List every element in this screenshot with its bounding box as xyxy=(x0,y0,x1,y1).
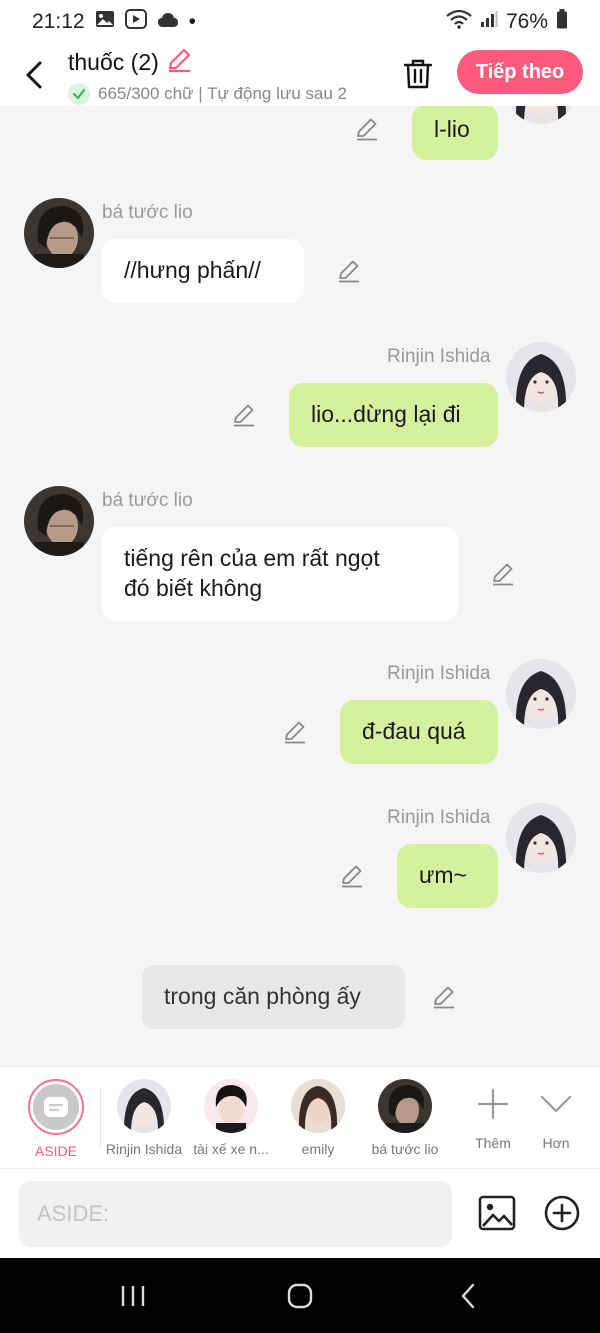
message-text-line: đó biết không xyxy=(124,575,263,601)
message-bubble[interactable]: //hưng phấn// xyxy=(102,239,304,303)
wifi-icon xyxy=(446,9,472,35)
recent-apps-button[interactable] xyxy=(113,1280,153,1312)
word-count-status: 665/300 chữ | Tự động lưu sau 2 xyxy=(98,83,348,103)
battery-level: 76% xyxy=(505,10,548,33)
character-emily[interactable]: emily xyxy=(273,1079,363,1157)
add-button[interactable] xyxy=(543,1194,581,1232)
avatar xyxy=(204,1079,258,1133)
character-bar: ASIDE Rinjin Ishida tài xế xe n... emily… xyxy=(0,1066,600,1168)
page-title: thuốc (2) xyxy=(68,49,159,75)
trash-icon xyxy=(403,59,433,89)
home-icon xyxy=(287,1283,313,1309)
avatar-rinjin[interactable] xyxy=(506,803,576,873)
avatar-lio[interactable] xyxy=(24,486,94,556)
chevron-down-icon xyxy=(526,1081,586,1127)
message-text: //hưng phấn// xyxy=(124,257,261,283)
message-input[interactable] xyxy=(19,1181,452,1247)
avatar xyxy=(378,1079,432,1133)
message-bubble[interactable]: đ-đau quá xyxy=(340,700,498,764)
status-dot: • xyxy=(188,10,196,33)
signal-icon xyxy=(480,10,498,34)
status-time: 21:12 xyxy=(32,10,85,33)
edit-message-icon[interactable] xyxy=(336,258,362,284)
character-aside[interactable]: ASIDE xyxy=(11,1079,101,1159)
plus-circle-icon xyxy=(544,1195,580,1231)
character-lio[interactable]: bá tước lio xyxy=(360,1079,450,1157)
message-text: l-lio xyxy=(434,116,470,142)
character-name: emily xyxy=(301,1141,335,1157)
image-icon xyxy=(478,1195,516,1231)
aside-label: ASIDE xyxy=(34,1143,77,1159)
sender-name: Rinjin Ishida xyxy=(387,346,491,367)
delete-button[interactable] xyxy=(400,56,436,92)
message-icon xyxy=(33,1084,79,1130)
avatar xyxy=(117,1079,171,1133)
next-button[interactable]: Tiếp theo xyxy=(457,50,583,94)
edit-message-icon[interactable] xyxy=(282,719,308,745)
character-driver[interactable]: tài xế xe n... xyxy=(186,1079,276,1157)
edit-message-icon[interactable] xyxy=(490,561,516,587)
system-nav-bar xyxy=(0,1258,600,1333)
avatar-lio[interactable] xyxy=(24,198,94,268)
cloud-icon xyxy=(157,10,179,34)
edit-message-icon[interactable] xyxy=(431,984,457,1010)
plus-icon xyxy=(463,1081,523,1127)
expand-button[interactable]: Hơn xyxy=(526,1081,586,1151)
system-back-button[interactable] xyxy=(448,1280,488,1312)
message-text-line: tiếng rên của em rất ngọt xyxy=(124,545,380,571)
character-rinjin[interactable]: Rinjin Ishida xyxy=(99,1079,189,1157)
avatar-rinjin[interactable] xyxy=(506,106,576,124)
gallery-icon xyxy=(95,10,115,34)
sender-name: Rinjin Ishida xyxy=(387,807,491,828)
header: thuốc (2) 665/300 chữ | Tự động lưu sau … xyxy=(0,44,600,106)
recents-icon xyxy=(121,1286,145,1306)
chevron-left-icon xyxy=(26,61,42,89)
edit-title-icon[interactable] xyxy=(165,46,193,80)
character-name: tài xế xe n... xyxy=(193,1141,269,1157)
avatar-rinjin[interactable] xyxy=(506,342,576,412)
sender-name: bá tước lio xyxy=(102,202,193,223)
expand-label: Hơn xyxy=(542,1135,570,1151)
message-bubble[interactable]: lio...dừng lại đi xyxy=(289,383,498,447)
narration-bubble[interactable]: trong căn phòng ấy xyxy=(142,965,405,1029)
video-icon xyxy=(124,9,147,35)
title-block: thuốc (2) 665/300 chữ | Tự động lưu sau … xyxy=(68,46,378,105)
message-bubble[interactable]: ưm~ xyxy=(397,844,498,908)
image-button[interactable] xyxy=(478,1194,516,1232)
add-label: Thêm xyxy=(475,1135,511,1151)
message-text: ưm~ xyxy=(419,862,467,888)
back-button[interactable] xyxy=(6,44,62,106)
sender-name: bá tước lio xyxy=(102,490,193,511)
chat-area[interactable]: l-lio bá tước lio //hưng phấn// Rinjin I… xyxy=(0,106,600,1066)
edit-message-icon[interactable] xyxy=(231,402,257,428)
edit-message-icon[interactable] xyxy=(339,863,365,889)
narration-text: trong căn phòng ấy xyxy=(164,983,361,1009)
battery-icon xyxy=(556,9,568,35)
saved-check-icon xyxy=(68,82,90,105)
character-name: bá tước lio xyxy=(371,1141,439,1157)
message-bubble[interactable]: l-lio xyxy=(412,106,498,160)
add-character-button[interactable]: Thêm xyxy=(463,1081,523,1151)
sender-name: Rinjin Ishida xyxy=(387,663,491,684)
message-text: đ-đau quá xyxy=(362,718,466,744)
back-arrow-icon xyxy=(461,1283,475,1309)
character-name: Rinjin Ishida xyxy=(105,1141,183,1157)
input-bar xyxy=(0,1168,600,1258)
edit-message-icon[interactable] xyxy=(354,116,380,142)
home-button[interactable] xyxy=(280,1280,320,1312)
message-text: lio...dừng lại đi xyxy=(311,401,461,427)
status-bar: 21:12 • 76% xyxy=(0,0,600,44)
avatar xyxy=(291,1079,345,1133)
avatar-rinjin[interactable] xyxy=(506,659,576,729)
message-bubble[interactable]: tiếng rên của em rất ngọt đó biết không xyxy=(102,527,458,621)
